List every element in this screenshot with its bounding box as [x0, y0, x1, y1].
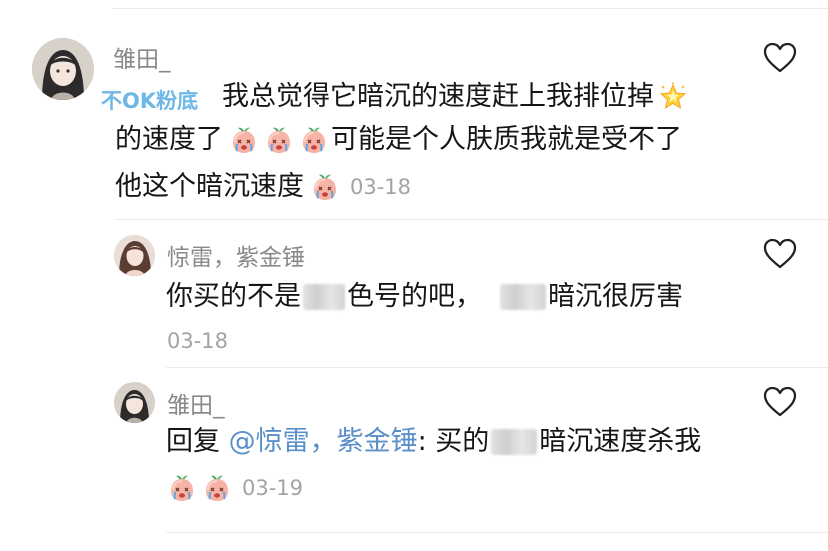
comment-username[interactable]: 雏田_: [167, 386, 225, 420]
comment-text: 可能是个人肤质我就是受不了: [331, 124, 682, 155]
avatar[interactable]: [32, 38, 94, 100]
mention-link[interactable]: @惊雷，紫金锤: [229, 425, 418, 459]
heart-outline-icon: [762, 385, 798, 418]
peach-crying-icon: [229, 125, 259, 155]
avatar[interactable]: [114, 382, 155, 423]
like-button[interactable]: [762, 237, 798, 270]
comment-text: 暗沉很厉害: [548, 281, 683, 312]
comment-username[interactable]: 惊雷，紫金锤: [167, 238, 305, 272]
comment-username[interactable]: 雏田_: [113, 40, 171, 74]
peach-crying-icon: [310, 172, 340, 202]
comment-text-line: 你买的不是 色号的吧， 暗沉很厉害: [166, 280, 683, 314]
comment-divider: [166, 367, 828, 368]
heart-outline-icon: [762, 41, 798, 74]
peach-crying-icon: [167, 473, 197, 503]
comment-text-line: 的速度了 可能是个人肤质我就是受不了: [115, 123, 682, 157]
comment-date: 03-18: [350, 175, 412, 199]
comment-divider: [115, 219, 828, 220]
comment-text: 你买的不是: [166, 281, 301, 312]
comment-text: 我总觉得它暗沉的速度赶上我排位掉: [222, 81, 654, 112]
comment-text-line: 我总觉得它暗沉的速度赶上我排位掉: [222, 80, 688, 114]
reply-prefix: 回复: [166, 426, 229, 457]
peach-crying-icon: [202, 473, 232, 503]
redacted-text: [491, 429, 538, 455]
comment-text-line: 他这个暗沉速度 03-18: [115, 170, 411, 204]
like-button[interactable]: [762, 41, 798, 74]
comment-text: : 买的: [417, 426, 490, 457]
comment-text-line: 03-19: [167, 471, 303, 505]
top-divider: [112, 8, 828, 9]
peach-crying-icon: [264, 125, 294, 155]
like-button[interactable]: [762, 385, 798, 418]
user-badge: 不OK粉底: [101, 89, 199, 113]
comment-text-line: 回复 @惊雷，紫金锤 : 买的 暗沉速度杀我: [166, 425, 701, 459]
comment-text: 暗沉速度杀我: [539, 426, 702, 457]
comment-text: 色号的吧，: [347, 281, 482, 312]
peach-crying-icon: [299, 125, 329, 155]
comment-text: 的速度了: [115, 124, 223, 155]
comment-date: 03-19: [242, 476, 304, 500]
bottom-divider: [166, 532, 828, 533]
heart-outline-icon: [762, 237, 798, 270]
avatar[interactable]: [114, 235, 155, 276]
redacted-text: [303, 284, 345, 310]
glowing-star-icon: [658, 82, 688, 112]
comment-text: 他这个暗沉速度: [115, 171, 304, 202]
redacted-text: [500, 284, 546, 310]
comment-date: 03-18: [167, 329, 229, 353]
